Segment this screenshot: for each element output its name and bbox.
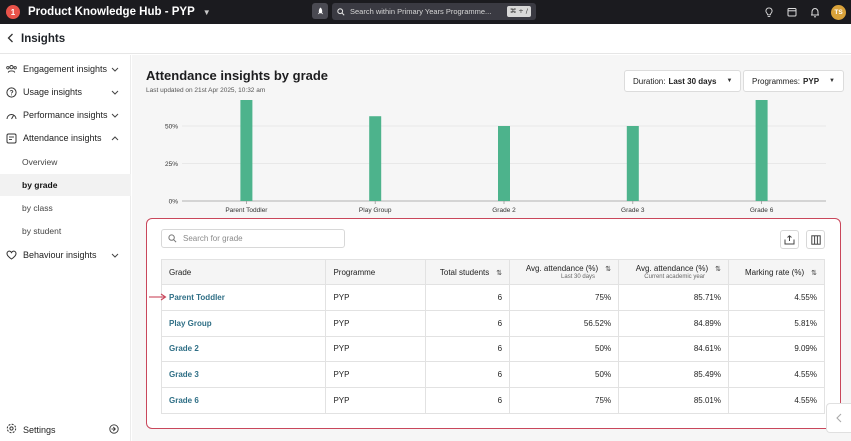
grade-table-card: Grade Programme Total students⇅ Avg. att… [146,218,841,429]
sidebar-subitem-by-grade[interactable]: by grade [0,174,131,196]
avatar[interactable]: TS [831,4,846,20]
collapse-panel-button[interactable] [826,403,851,433]
grade-table: Grade Programme Total students ⇅ Avg. att… [160,259,825,414]
x-tick-label: Grade 2 [492,207,516,214]
chart-bar[interactable] [626,126,639,201]
help-circle-icon [6,86,17,98]
y-tick-label: 0% [169,199,179,206]
grade-link[interactable]: Parent Toddler [160,284,327,311]
rocket-icon[interactable] [312,3,328,19]
sort-icon[interactable]: ⇅ [811,269,817,277]
shortcut-hint: ⌘ + / [506,6,531,17]
table-row: Grade 2 PYP 6 50% 84.61% 9.09% [160,335,825,363]
heart-icon [6,250,17,261]
sidebar-item-engagement-insights[interactable]: Engagement insights [0,58,131,80]
chevron-down-icon [111,111,119,119]
back-icon[interactable] [7,31,17,46]
columns-icon [810,234,821,245]
lightbulb-icon[interactable] [762,5,776,19]
column-header-grade: Grade [160,259,327,285]
sidebar-subitem-by-student[interactable]: by student [0,220,131,242]
page-title: Attendance insights by grade [146,68,329,83]
sort-icon[interactable]: ⇅ [715,265,721,273]
x-tick-label: Play Group [359,207,392,214]
last-updated-text: Last updated on 21st Apr 2025, 10:32 am [146,87,266,94]
chevron-down-icon [111,88,119,96]
gear-icon [6,423,17,437]
chevron-down-icon [111,251,119,259]
sidebar-item-attendance-insights[interactable]: Attendance insights [0,127,131,149]
calendar-icon[interactable] [785,5,799,19]
annotation-arrow [149,293,167,301]
bell-icon[interactable] [808,5,822,19]
app-title[interactable]: Product Knowledge Hub - PYP [28,6,195,18]
caret-down-icon: ▼ [726,78,733,84]
x-tick-label: Grade 6 [750,207,774,214]
table-row: Grade 6 PYP 6 75% 85.01% 4.55% [160,387,825,414]
sidebar-subitem-by-class[interactable]: by class [0,197,131,219]
grade-link[interactable]: Grade 6 [160,387,327,414]
chart-bar[interactable] [498,126,510,201]
sidebar: Engagement insights Usage insights Perfo… [0,55,131,441]
chart-bar[interactable] [755,100,768,201]
column-header-marking-rate[interactable]: Marking rate (%) ⇅ [728,259,825,285]
grade-link[interactable]: Grade 3 [160,361,327,389]
columns-button[interactable] [806,230,825,249]
sidebar-item-settings[interactable]: Settings [0,420,131,440]
top-bar: 1 Product Knowledge Hub - PYP ▼ Search w… [0,0,851,24]
y-tick-label: 50% [165,124,178,131]
x-tick-label: Grade 3 [621,207,645,214]
search-icon [168,234,177,243]
y-tick-label: 25% [165,161,178,168]
column-header-avg-attendance-year[interactable]: Avg. attendance (%) ⇅ Current academic yea… [618,259,729,285]
sort-icon[interactable]: ⇅ [605,265,611,273]
chevron-down-icon[interactable]: ▼ [203,8,211,17]
export-icon [784,234,795,244]
group-icon [6,64,17,75]
column-header-programme: Programme [325,259,427,285]
global-search-placeholder: Search within Primary Years Programme... [350,7,492,16]
chart-bar[interactable] [240,100,253,201]
sidebar-subitem-overview[interactable]: Overview [0,151,131,173]
chart-bar[interactable] [369,116,382,201]
sidebar-item-usage-insights[interactable]: Usage insights [0,81,131,103]
table-row: Grade 3 PYP 6 50% 85.49% 4.55% [160,361,825,389]
sidebar-item-behaviour-insights[interactable]: Behaviour insights [0,244,131,266]
grade-search-field[interactable] [183,234,333,243]
chevron-down-icon [111,65,119,73]
table-row: Play Group PYP 6 56.52% 84.89% 5.81% [160,309,825,337]
app-logo[interactable]: 1 [6,5,20,19]
main-content: Attendance insights by grade Last update… [132,55,851,441]
logout-icon[interactable] [109,423,119,437]
attendance-icon [6,133,17,144]
duration-dropdown[interactable]: Duration: Last 30 days ▼ [624,70,742,92]
table-header-row: Grade Programme Total students ⇅ Avg. att… [160,259,825,285]
chevron-up-icon [111,134,119,142]
column-header-total-students[interactable]: Total students ⇅ [425,259,511,285]
x-tick-label: Parent Toddler [225,207,268,214]
caret-down-icon: ▼ [829,78,835,84]
gauge-icon [6,110,17,121]
page-header-bar: Insights [0,24,851,54]
grade-link[interactable]: Play Group [160,309,327,337]
grade-link[interactable]: Grade 2 [160,335,327,363]
section-title: Insights [21,32,66,45]
export-button[interactable] [780,230,799,249]
column-header-avg-attendance-30d[interactable]: Avg. attendance (%) ⇅ Last 30 days [509,259,620,285]
global-search-input[interactable]: Search within Primary Years Programme...… [332,3,536,20]
sidebar-item-performance-insights[interactable]: Performance insights [0,104,131,126]
grade-search-input[interactable] [161,229,345,248]
sort-icon[interactable]: ⇅ [496,269,502,277]
table-row: Parent Toddler PYP 6 75% 85.71% 4.55% [160,284,825,311]
search-icon [337,7,345,16]
chevron-left-icon [836,413,842,423]
programmes-dropdown[interactable]: Programmes: PYP ▼ [743,70,844,92]
